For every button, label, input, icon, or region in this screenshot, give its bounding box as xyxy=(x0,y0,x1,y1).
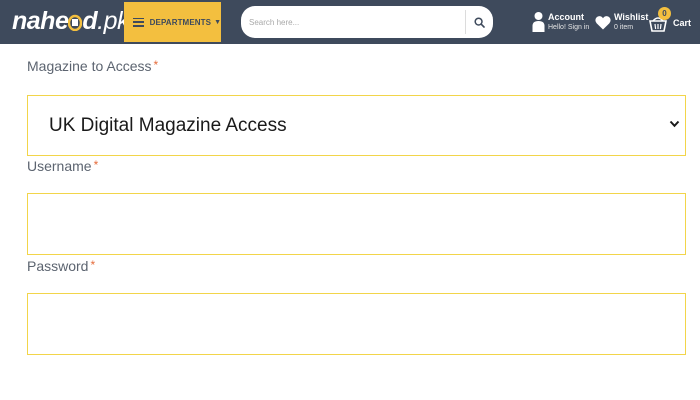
account-link[interactable]: Account Hello! Sign in xyxy=(532,6,589,38)
account-subtitle: Hello! Sign in xyxy=(548,24,590,31)
departments-label: DEPARTMENTS xyxy=(149,17,212,27)
search-input[interactable] xyxy=(241,6,465,38)
magazine-label-text: Magazine to Access xyxy=(27,58,152,74)
wishlist-subtitle: 0 item xyxy=(614,24,634,31)
logo-text: nahe d.pk xyxy=(12,6,129,35)
caret-down-icon: ▼ xyxy=(214,18,221,26)
required-marker: * xyxy=(93,158,99,172)
username-field[interactable] xyxy=(27,193,686,255)
account-title: Account xyxy=(548,12,584,22)
cart-icon-wrap: 0 xyxy=(649,7,671,32)
logo-book-icon xyxy=(68,14,83,31)
wishlist-link[interactable]: Wishlist 0 item xyxy=(595,6,648,38)
cart-label: Cart xyxy=(673,17,692,28)
password-label-text: Password xyxy=(27,258,89,274)
required-marker: * xyxy=(153,58,159,72)
site-header: nahed.pk DEPARTMENTS ▼ Account Hello! Si… xyxy=(0,0,700,44)
wishlist-title: Wishlist xyxy=(614,12,649,22)
password-label: Password * xyxy=(27,258,95,274)
magazine-select-value: UK Digital Magazine Access xyxy=(49,114,287,136)
magazine-select[interactable]: UK Digital Magazine Access xyxy=(27,95,686,156)
hamburger-menu-icon xyxy=(133,17,144,27)
password-field[interactable] xyxy=(27,293,686,355)
required-marker: * xyxy=(90,258,96,272)
site-logo[interactable]: nahe d.pk xyxy=(12,6,129,36)
username-label-text: Username xyxy=(27,158,92,174)
search-bar xyxy=(241,6,493,38)
magazine-label: Magazine to Access * xyxy=(27,58,158,74)
username-label: Username * xyxy=(27,158,98,174)
search-icon xyxy=(474,16,485,28)
heart-icon xyxy=(595,15,611,29)
chevron-down-icon xyxy=(669,120,680,128)
search-button[interactable] xyxy=(466,6,493,38)
departments-button[interactable]: DEPARTMENTS ▼ xyxy=(124,2,221,42)
cart-link[interactable]: 0 Cart xyxy=(649,4,691,38)
user-icon xyxy=(532,12,545,32)
cart-count-badge: 0 xyxy=(658,7,671,20)
